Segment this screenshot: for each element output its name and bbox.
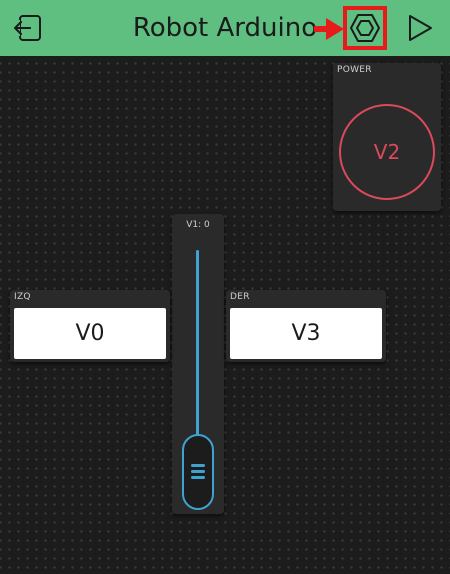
power-pin-label: V2: [373, 140, 401, 164]
red-arrow-annotation: [314, 18, 344, 40]
izq-value-display: V0: [14, 308, 166, 359]
hexagon-nut-settings-icon[interactable]: [348, 11, 382, 45]
izq-label: IZQ: [14, 292, 31, 302]
der-label: DER: [230, 292, 250, 302]
der-value-display: V3: [230, 308, 382, 359]
top-bar: Robot Arduino: [0, 0, 450, 56]
play-icon[interactable]: [403, 12, 435, 44]
power-label: POWER: [337, 65, 372, 75]
exit-icon[interactable]: [12, 11, 46, 45]
slider-track[interactable]: [196, 250, 199, 438]
project-title: Robot Arduino: [132, 13, 318, 43]
grip-icon: [191, 464, 205, 480]
slider-value-label: V1: 0: [186, 220, 210, 230]
